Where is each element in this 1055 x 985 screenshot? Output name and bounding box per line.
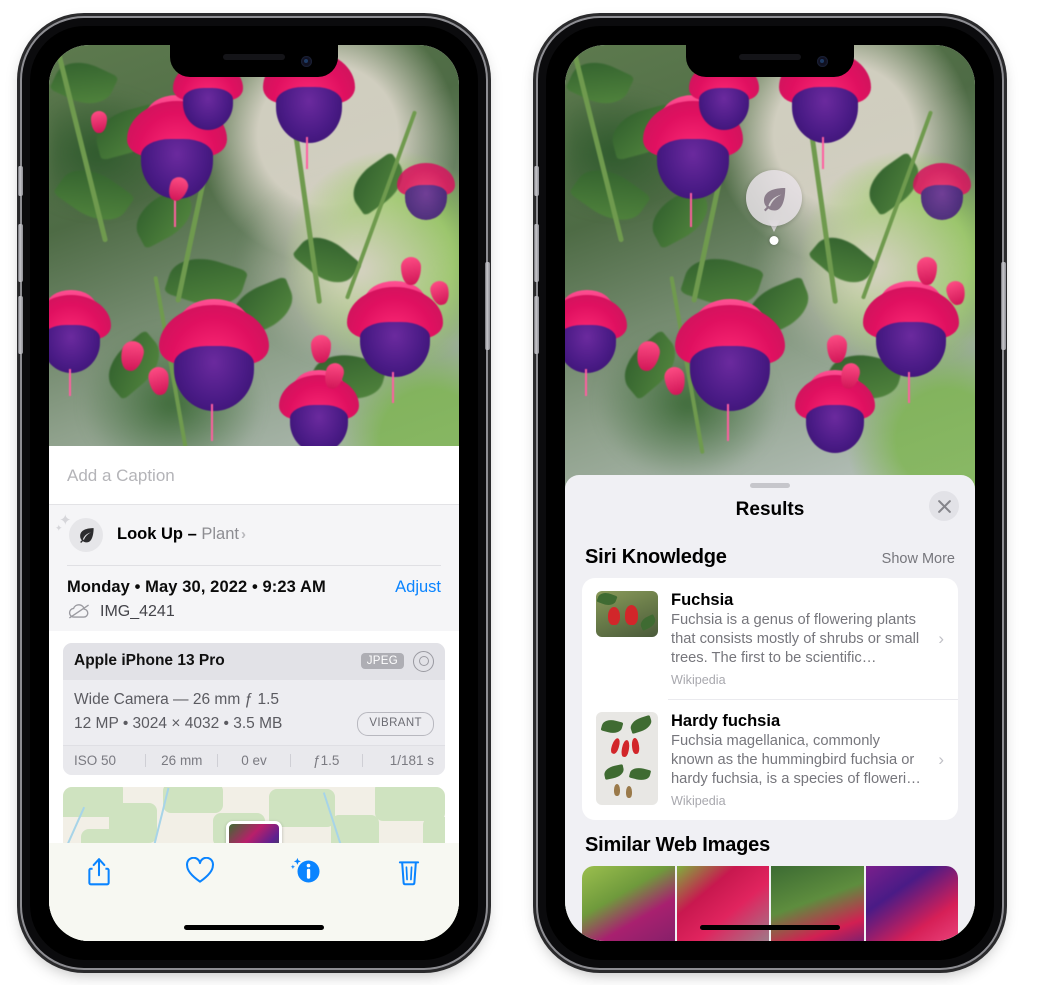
earpiece-speaker xyxy=(223,54,285,60)
leaf-icon xyxy=(79,528,94,544)
exif-iso: ISO 50 xyxy=(74,753,117,768)
close-icon xyxy=(937,499,951,513)
camera-info-card[interactable]: Apple iPhone 13 Pro JPEG Wide Camera — 2… xyxy=(63,642,445,775)
mute-switch-right[interactable] xyxy=(534,166,539,196)
notch-left xyxy=(170,45,338,77)
date-row: Monday • May 30, 2022 • 9:23 AM Adjust xyxy=(67,578,441,597)
list-item[interactable]: Fuchsia Fuchsia is a genus of flowering … xyxy=(582,578,958,699)
result-source: Wikipedia xyxy=(671,672,726,687)
favorite-button[interactable] xyxy=(185,857,215,885)
look-up-row[interactable]: ✦ ✦ Look Up – Plant › xyxy=(49,504,459,565)
web-image-thumbnail[interactable] xyxy=(582,865,675,941)
camera-exif-row: ISO 50 26 mm 0 ev ƒ1.5 1/181 s xyxy=(63,745,445,775)
results-header: Results xyxy=(565,488,975,532)
home-indicator-right[interactable] xyxy=(700,925,840,930)
phone-bezel-left: Add a Caption ✦ ✦ Look Up – Plant › Mond… xyxy=(30,26,478,960)
photo-metadata: Monday • May 30, 2022 • 9:23 AM Adjust I… xyxy=(49,564,459,631)
look-up-subject: Plant xyxy=(201,525,239,544)
cloud-slash-icon xyxy=(68,604,89,619)
photo-date: Monday • May 30, 2022 • 9:23 AM xyxy=(67,577,326,596)
similar-web-images-header: Similar Web Images xyxy=(565,820,975,866)
list-item[interactable]: Hardy fuchsia Fuchsia magellanica, commo… xyxy=(582,698,958,820)
results-title: Results xyxy=(735,499,805,520)
look-up-title: Look Up – xyxy=(117,525,202,544)
divider xyxy=(67,564,441,566)
result-title: Fuchsia xyxy=(671,591,734,609)
photographic-style-badge: VIBRANT xyxy=(357,712,434,736)
chevron-right-icon: › xyxy=(938,749,944,769)
result-description: Fuchsia magellanica, commonly known as t… xyxy=(671,732,921,787)
iphone-left: Add a Caption ✦ ✦ Look Up – Plant › Mond… xyxy=(18,18,490,968)
info-button[interactable] xyxy=(289,857,323,887)
web-image-thumbnail[interactable] xyxy=(865,865,958,941)
lens-icon xyxy=(413,650,434,672)
format-badge: JPEG xyxy=(360,653,404,670)
share-button[interactable] xyxy=(86,857,112,887)
chevron-right-icon: › xyxy=(938,628,944,648)
screenshot-stage: Add a Caption ✦ ✦ Look Up – Plant › Mond… xyxy=(0,0,1055,985)
badge-anchor-dot xyxy=(769,236,779,245)
result-title: Hardy fuchsia xyxy=(671,711,781,730)
look-up-label: Look Up – Plant › xyxy=(117,525,246,544)
siri-knowledge-header: Siri Knowledge Show More xyxy=(565,532,975,578)
front-camera-icon xyxy=(817,56,828,67)
file-name: IMG_4241 xyxy=(100,602,175,620)
phone-bezel-right: Results Siri Knowledge Show More Fuchsia… xyxy=(546,26,994,960)
result-thumbnail xyxy=(596,711,658,805)
volume-up-button[interactable] xyxy=(18,224,23,282)
show-more-button[interactable]: Show More xyxy=(882,551,955,567)
close-button[interactable] xyxy=(929,491,959,521)
mute-switch[interactable] xyxy=(18,166,23,196)
iphone-right: Results Siri Knowledge Show More Fuchsia… xyxy=(534,18,1006,968)
screen-right: Results Siri Knowledge Show More Fuchsia… xyxy=(565,45,975,941)
file-row: IMG_4241 xyxy=(67,603,441,621)
chevron-right-icon: › xyxy=(240,526,246,544)
exif-ev: 0 ev xyxy=(241,753,267,768)
volume-down-button-right[interactable] xyxy=(534,296,539,354)
volume-up-button-right[interactable] xyxy=(534,224,539,282)
visual-look-up-circle[interactable] xyxy=(746,170,802,226)
result-source: Wikipedia xyxy=(671,793,726,808)
notch-right xyxy=(686,45,854,77)
result-text: Hardy fuchsia Fuchsia magellanica, commo… xyxy=(671,712,921,808)
camera-specs-line: 12 MP • 3024 × 4032 • 3.5 MB xyxy=(74,714,283,732)
camera-device-name: Apple iPhone 13 Pro xyxy=(74,652,225,670)
result-thumbnail xyxy=(596,591,658,637)
result-text: Fuchsia Fuchsia is a genus of flowering … xyxy=(671,591,921,687)
camera-specs-row: 12 MP • 3024 × 4032 • 3.5 MB VIBRANT xyxy=(74,712,434,736)
screen-left: Add a Caption ✦ ✦ Look Up – Plant › Mond… xyxy=(49,45,459,941)
siri-knowledge-card: Fuchsia Fuchsia is a genus of flowering … xyxy=(582,578,958,820)
results-sheet: Results Siri Knowledge Show More Fuchsia… xyxy=(565,475,975,941)
adjust-button[interactable]: Adjust xyxy=(395,578,441,597)
exif-focal: 26 mm xyxy=(161,753,203,768)
camera-card-header: Apple iPhone 13 Pro JPEG xyxy=(63,642,445,680)
delete-button[interactable] xyxy=(396,857,422,887)
earpiece-speaker xyxy=(739,54,801,60)
front-camera-icon xyxy=(301,56,312,67)
volume-down-button[interactable] xyxy=(18,296,23,354)
exif-shutter: 1/181 s xyxy=(389,753,435,768)
caption-input[interactable]: Add a Caption xyxy=(49,445,459,505)
look-up-badge: ✦ ✦ xyxy=(55,512,103,552)
home-indicator-left[interactable] xyxy=(184,925,324,930)
visual-look-up-badge[interactable] xyxy=(746,170,802,245)
exif-aperture: ƒ1.5 xyxy=(313,753,340,768)
camera-card-body: Wide Camera — 26 mm ƒ 1.5 12 MP • 3024 ×… xyxy=(63,679,445,745)
result-description: Fuchsia is a genus of flowering plants t… xyxy=(671,612,920,666)
section-title: Similar Web Images xyxy=(585,833,770,856)
sparkle-small-icon: ✦ xyxy=(55,522,63,533)
power-button-right[interactable] xyxy=(1001,262,1006,350)
camera-header-badges: JPEG xyxy=(360,650,434,672)
power-button[interactable] xyxy=(485,262,490,350)
leaf-icon xyxy=(764,188,786,212)
section-title: Siri Knowledge xyxy=(585,546,727,568)
camera-lens-line: Wide Camera — 26 mm ƒ 1.5 xyxy=(74,690,280,708)
